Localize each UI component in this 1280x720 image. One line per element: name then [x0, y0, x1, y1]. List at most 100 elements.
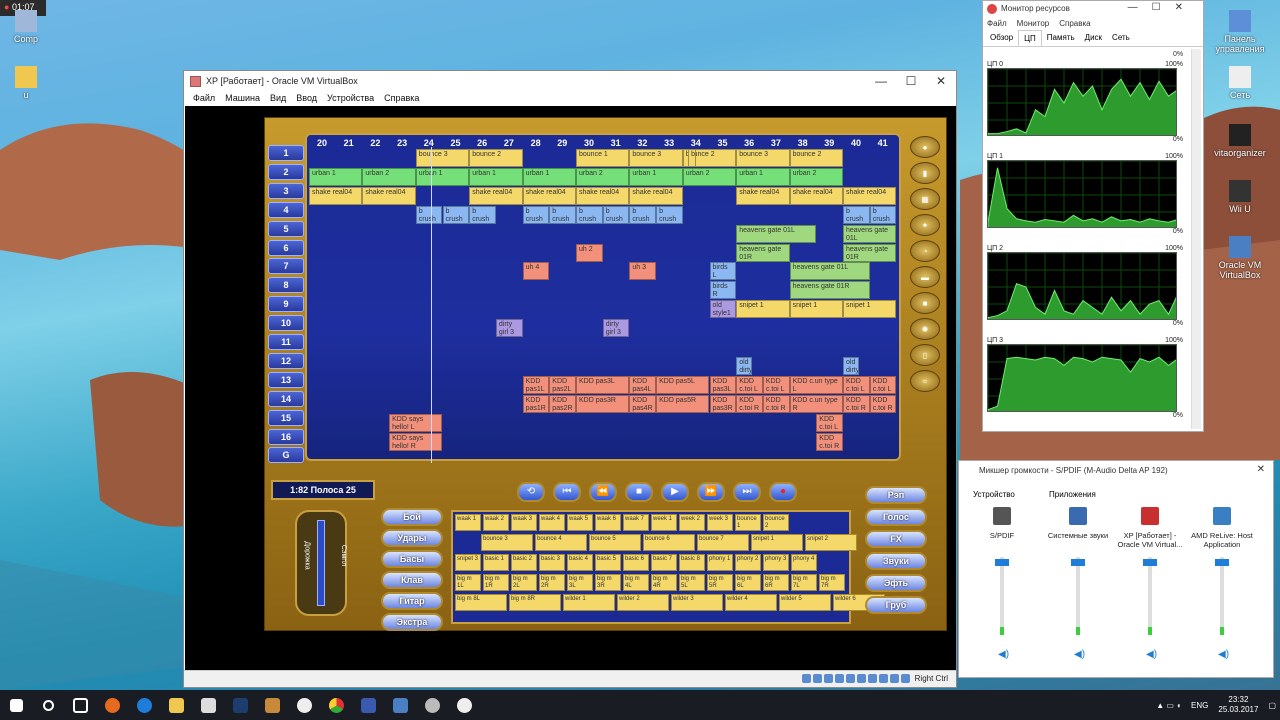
fast-forward-button[interactable]: ⏩ [697, 482, 725, 502]
tool-button[interactable]: ✦ [910, 214, 940, 236]
sample-tile[interactable]: snipet 3 [455, 554, 481, 571]
edge-icon[interactable] [128, 690, 160, 720]
category-button[interactable]: Эфть [865, 574, 927, 592]
tool-button[interactable]: ✺ [910, 318, 940, 340]
sample-tile[interactable]: bounce 2 [763, 514, 789, 531]
sample-tile[interactable]: waak 7 [623, 514, 649, 531]
mixer-titlebar[interactable]: Микшер громкости - S/PDIF (M-Audio Delta… [959, 461, 1273, 479]
sample-tile[interactable]: waak 1 [455, 514, 481, 531]
volume-slider[interactable] [995, 557, 1009, 635]
resource-monitor-icon[interactable] [448, 690, 480, 720]
sample-tile[interactable]: phony 3 [763, 554, 789, 571]
sample-tile[interactable]: basic 8 [679, 554, 705, 571]
sample-clip[interactable]: bounce 3 [415, 149, 470, 167]
tray-icons[interactable]: ▲ ▭ ◖ [1156, 701, 1181, 710]
sample-clip[interactable]: b crush 1 [415, 205, 443, 224]
tool-button[interactable]: ■ [910, 292, 940, 314]
sample-clip[interactable]: heavens gate 01L [789, 262, 870, 281]
sample-tile[interactable]: bounce 4 [535, 534, 587, 551]
channel-icon[interactable] [1069, 507, 1087, 525]
track-button[interactable]: 3 [268, 182, 304, 199]
sample-clip[interactable]: KDD c.toi R [762, 394, 790, 413]
sample-clip[interactable]: b crush 1 [843, 205, 870, 224]
track-button[interactable]: 16 [268, 428, 304, 445]
menu-file[interactable]: Файл [188, 91, 220, 107]
sample-tile[interactable]: big m 6R [763, 574, 789, 591]
sample-clip[interactable]: bounce 2 [789, 149, 843, 167]
desktop-icon-virtualbox[interactable]: Oracle VM VirtualBox [1210, 236, 1270, 280]
category-button[interactable]: Груб [865, 596, 927, 614]
sample-clip[interactable]: KDD pas3L [576, 375, 630, 394]
status-icon[interactable] [890, 674, 900, 684]
sample-clip[interactable]: shake real04 [736, 186, 790, 205]
sample-tile[interactable]: big m 6L [735, 574, 761, 591]
menu-input[interactable]: Ввод [291, 91, 322, 107]
sample-clip[interactable]: shake real04 [522, 186, 576, 205]
sample-tile[interactable]: basic 6 [623, 554, 649, 571]
sample-clip[interactable]: urban 1 [469, 167, 523, 186]
tab-cpu[interactable]: ЦП [1018, 30, 1042, 46]
sample-clip[interactable]: shake real04 [843, 186, 897, 205]
maximize-button[interactable]: ☐ [896, 71, 926, 91]
sample-clip[interactable]: KDD says hello! L [389, 413, 443, 432]
sample-tile[interactable]: waak 3 [511, 514, 537, 531]
menu-monitor[interactable]: Монитор [1017, 19, 1050, 28]
sample-clip[interactable]: shake real04 [469, 186, 523, 205]
track-button[interactable]: 2 [268, 163, 304, 180]
sample-clip[interactable]: urban 1 [629, 167, 683, 186]
status-icon[interactable] [824, 674, 834, 684]
vm-screen[interactable]: 20 21 22 23 24 25 26 27 28 29 30 31 32 33 34 35 36 37 38 39… [185, 106, 956, 671]
track-button[interactable]: 9 [268, 296, 304, 313]
clock[interactable]: 23:32 25.03.2017 [1218, 695, 1258, 715]
speaker-icon[interactable]: ◀) [1074, 649, 1085, 660]
sample-clip[interactable]: heavens gate 01L [736, 224, 817, 243]
category-button[interactable]: Басы [381, 550, 443, 568]
sample-clip[interactable]: KDD pas3R [709, 394, 737, 413]
sample-clip[interactable]: KDD c.toi R [736, 394, 763, 413]
sample-clip[interactable]: KDD pas4L [629, 375, 657, 394]
sample-clip[interactable]: shake real04 [309, 186, 363, 205]
category-button[interactable]: Голос [865, 508, 927, 526]
tool-button[interactable]: ▬ [910, 266, 940, 288]
arranger-grid[interactable]: 20 21 22 23 24 25 26 27 28 29 30 31 32 33 34 35 36 37 38 39… [305, 133, 901, 463]
sample-clip[interactable]: KDD pas1L [522, 375, 550, 394]
sample-clip[interactable]: KDD says hello! R [389, 432, 443, 451]
sample-tile[interactable]: phony 1 [707, 554, 733, 571]
sample-tile[interactable]: wilder 5 [779, 594, 831, 611]
sample-tile[interactable]: big m 2L [511, 574, 537, 591]
status-icon[interactable] [802, 674, 812, 684]
sample-clip[interactable]: heavens gate 01R [843, 243, 897, 262]
sample-tile[interactable]: basic 4 [567, 554, 593, 571]
sample-clip[interactable]: shake real04 [362, 186, 416, 205]
sample-tile[interactable]: bounce 7 [697, 534, 749, 551]
sample-tile[interactable]: bounce 6 [643, 534, 695, 551]
sample-clip[interactable]: birds R [709, 281, 737, 300]
sample-clip[interactable]: KDD pas1R [522, 394, 550, 413]
sample-clip[interactable]: bounce 3 [629, 149, 683, 167]
sample-clip[interactable]: old style1 [709, 300, 737, 319]
sample-tile[interactable]: big m 4L [623, 574, 649, 591]
volume-meter[interactable]: Дорожка Сэмпл [295, 510, 347, 616]
sample-tile[interactable]: waak 4 [539, 514, 565, 531]
sample-tile[interactable]: waak 6 [595, 514, 621, 531]
sample-tile[interactable]: big m 5L [679, 574, 705, 591]
app-icon[interactable] [352, 690, 384, 720]
status-icon[interactable] [879, 674, 889, 684]
sample-clip[interactable]: b crush 1 [602, 205, 630, 224]
track-button[interactable]: 13 [268, 371, 304, 388]
sample-tile[interactable]: phony 2 [735, 554, 761, 571]
category-button[interactable]: Клав [381, 571, 443, 589]
sample-clip[interactable]: b crush 2 [549, 205, 576, 224]
sample-tile[interactable]: wilder 4 [725, 594, 777, 611]
sample-clip[interactable]: KDD c.toi L [762, 375, 790, 394]
sample-tile[interactable]: wilder 3 [671, 594, 723, 611]
record-button[interactable]: ● [769, 482, 797, 502]
photoshop-icon[interactable] [224, 690, 256, 720]
tool-button[interactable]: ≈ [910, 370, 940, 392]
category-button[interactable]: Экстра [381, 613, 443, 631]
track-button[interactable]: 1 [268, 145, 304, 161]
minimize-button[interactable]: — [866, 71, 896, 91]
desktop-icon-cemu[interactable]: Wii U [1210, 180, 1270, 214]
status-icon[interactable] [857, 674, 867, 684]
track-button[interactable]: 4 [268, 201, 304, 218]
